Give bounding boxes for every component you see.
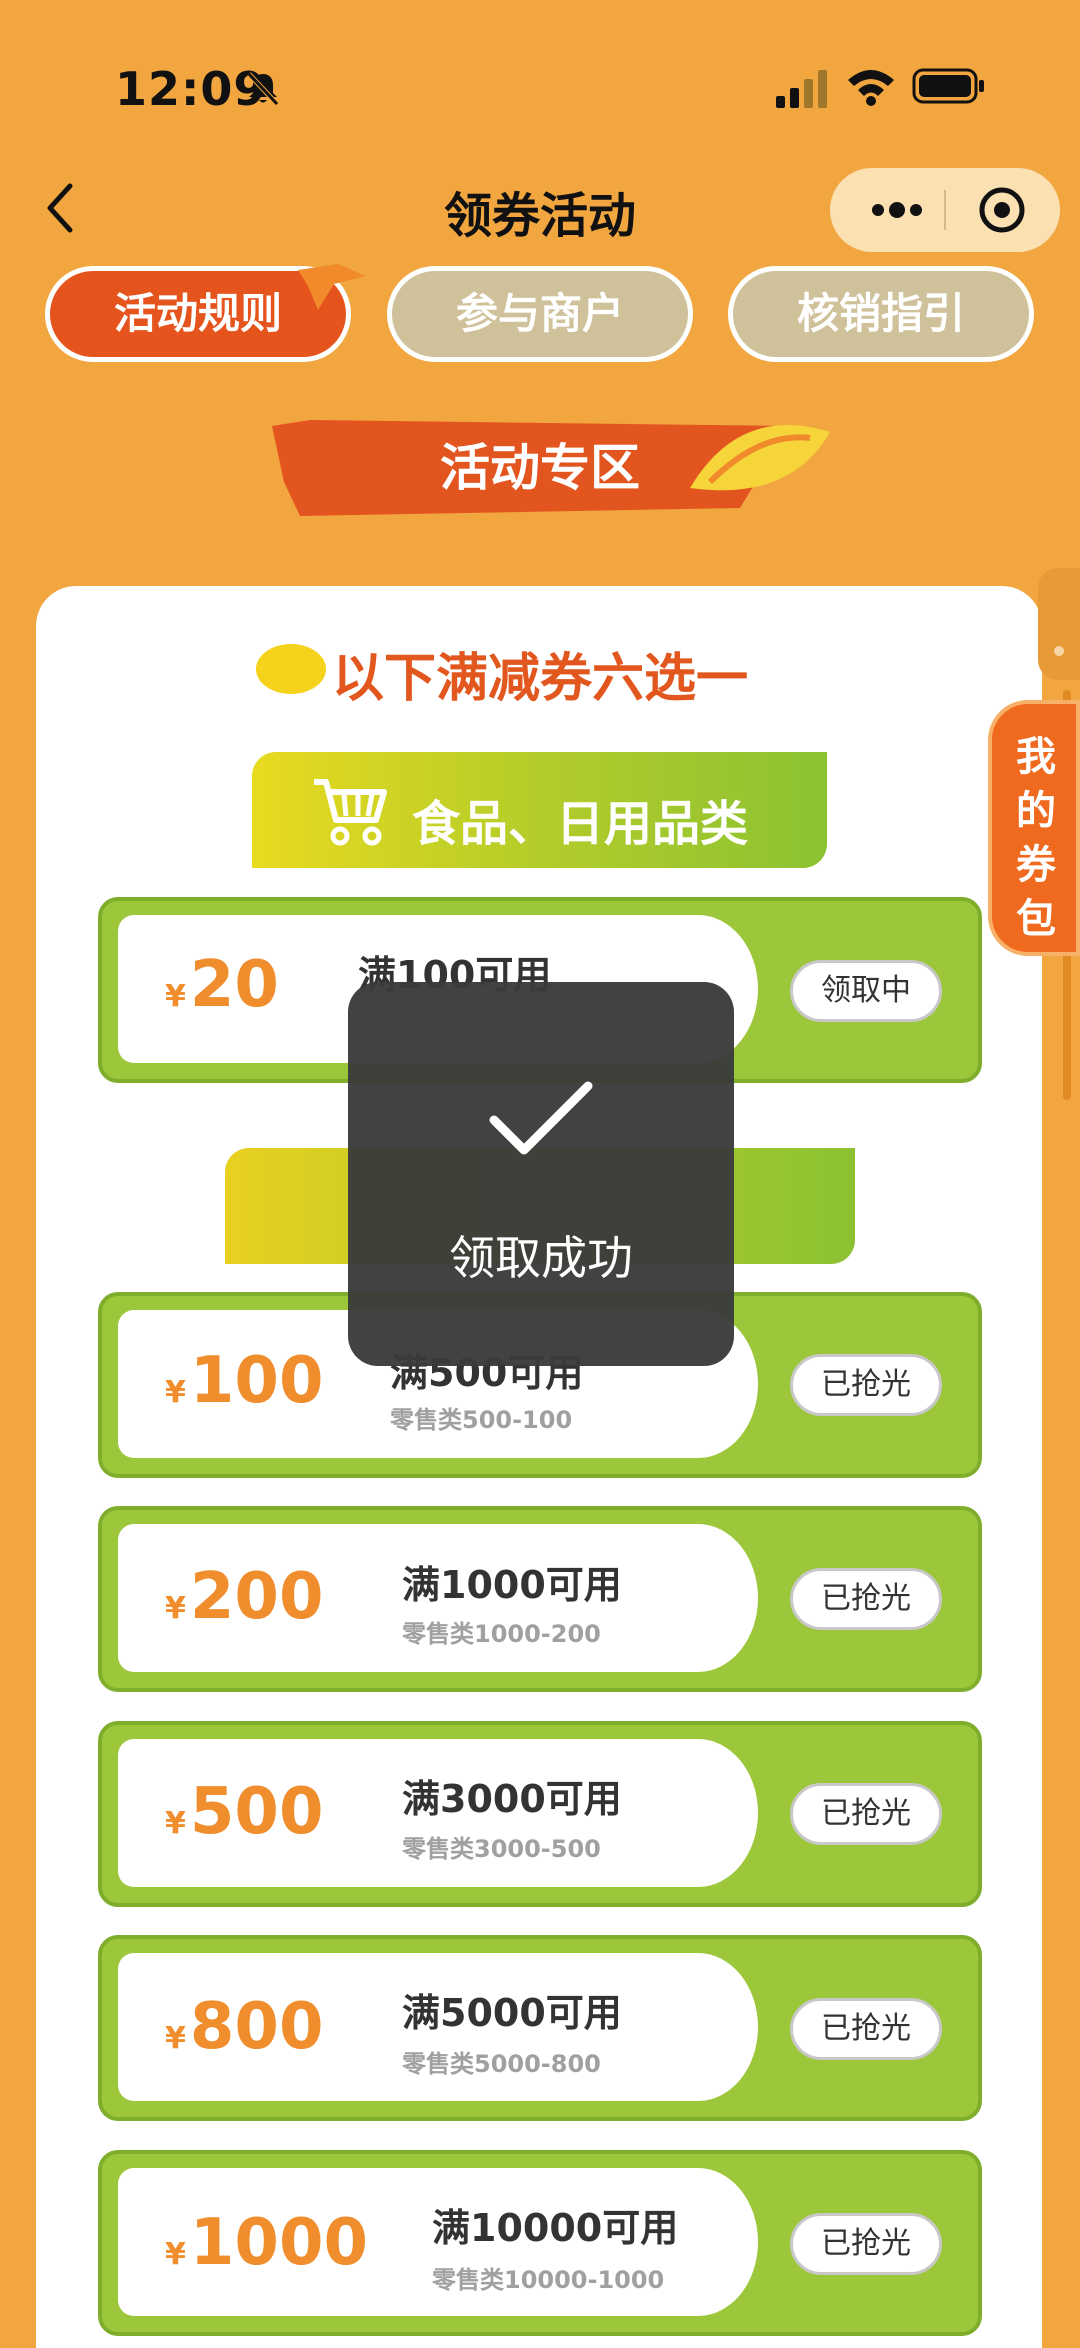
more-options-icon[interactable] <box>870 202 924 218</box>
coupon-condition: 满1000可用 <box>402 1563 622 1607</box>
tab-participating-merchants[interactable]: 参与商户 <box>387 266 693 362</box>
star-decoration-icon <box>298 264 366 310</box>
close-miniprogram-icon[interactable] <box>978 186 1026 234</box>
coupon-amount: ¥500 <box>165 1775 324 1849</box>
sold-out-button[interactable]: 已抢光 <box>790 1783 942 1845</box>
capsule-divider <box>944 190 946 230</box>
status-bar: 12:09 <box>0 0 1080 170</box>
success-toast: 领取成功 <box>348 982 734 1366</box>
shopping-cart-icon <box>314 779 387 846</box>
mini-program-capsule <box>830 168 1060 252</box>
bell-off-icon <box>247 72 279 106</box>
coupon-condition: 满10000可用 <box>432 2206 679 2250</box>
sold-out-button[interactable]: 已抢光 <box>790 1998 942 2060</box>
battery-icon <box>912 68 984 104</box>
sold-out-button[interactable]: 已抢光 <box>790 1568 942 1630</box>
coupon-amount: ¥100 <box>165 1344 324 1418</box>
toast-message: 领取成功 <box>449 1231 633 1285</box>
drag-handle[interactable] <box>1038 568 1080 680</box>
coupon-amount: ¥1000 <box>165 2206 368 2280</box>
sold-out-button[interactable]: 已抢光 <box>790 1354 942 1416</box>
sold-out-button[interactable]: 已抢光 <box>790 2213 942 2275</box>
my-coupons-tab[interactable]: 我 的 券 包 <box>988 700 1080 956</box>
coupon-detail: 零售类5000-800 <box>402 2050 601 2078</box>
checkmark-icon <box>489 1081 593 1155</box>
coupon-heading: 以下满减券六选一 <box>331 649 748 709</box>
claim-button[interactable]: 领取中 <box>790 960 942 1022</box>
cellular-signal-icon <box>776 70 827 108</box>
coupon-amount: ¥20 <box>165 948 279 1022</box>
wifi-icon <box>848 70 894 106</box>
category-label: 食品、日用品类 <box>412 796 749 852</box>
coupon-detail: 零售类10000-1000 <box>432 2266 665 2294</box>
coupon-detail: 零售类1000-200 <box>402 1620 601 1648</box>
coupon-detail: 零售类500-100 <box>390 1406 573 1434</box>
coupon-detail: 零售类3000-500 <box>402 1835 601 1863</box>
coupon-amount: ¥800 <box>165 1990 324 2064</box>
coupon-condition: 满3000可用 <box>402 1777 622 1821</box>
coupon-amount: ¥200 <box>165 1560 324 1634</box>
tab-redemption-guide[interactable]: 核销指引 <box>728 266 1034 362</box>
section-title: 活动专区 <box>440 439 640 497</box>
coupon-condition: 满5000可用 <box>402 1991 622 2035</box>
